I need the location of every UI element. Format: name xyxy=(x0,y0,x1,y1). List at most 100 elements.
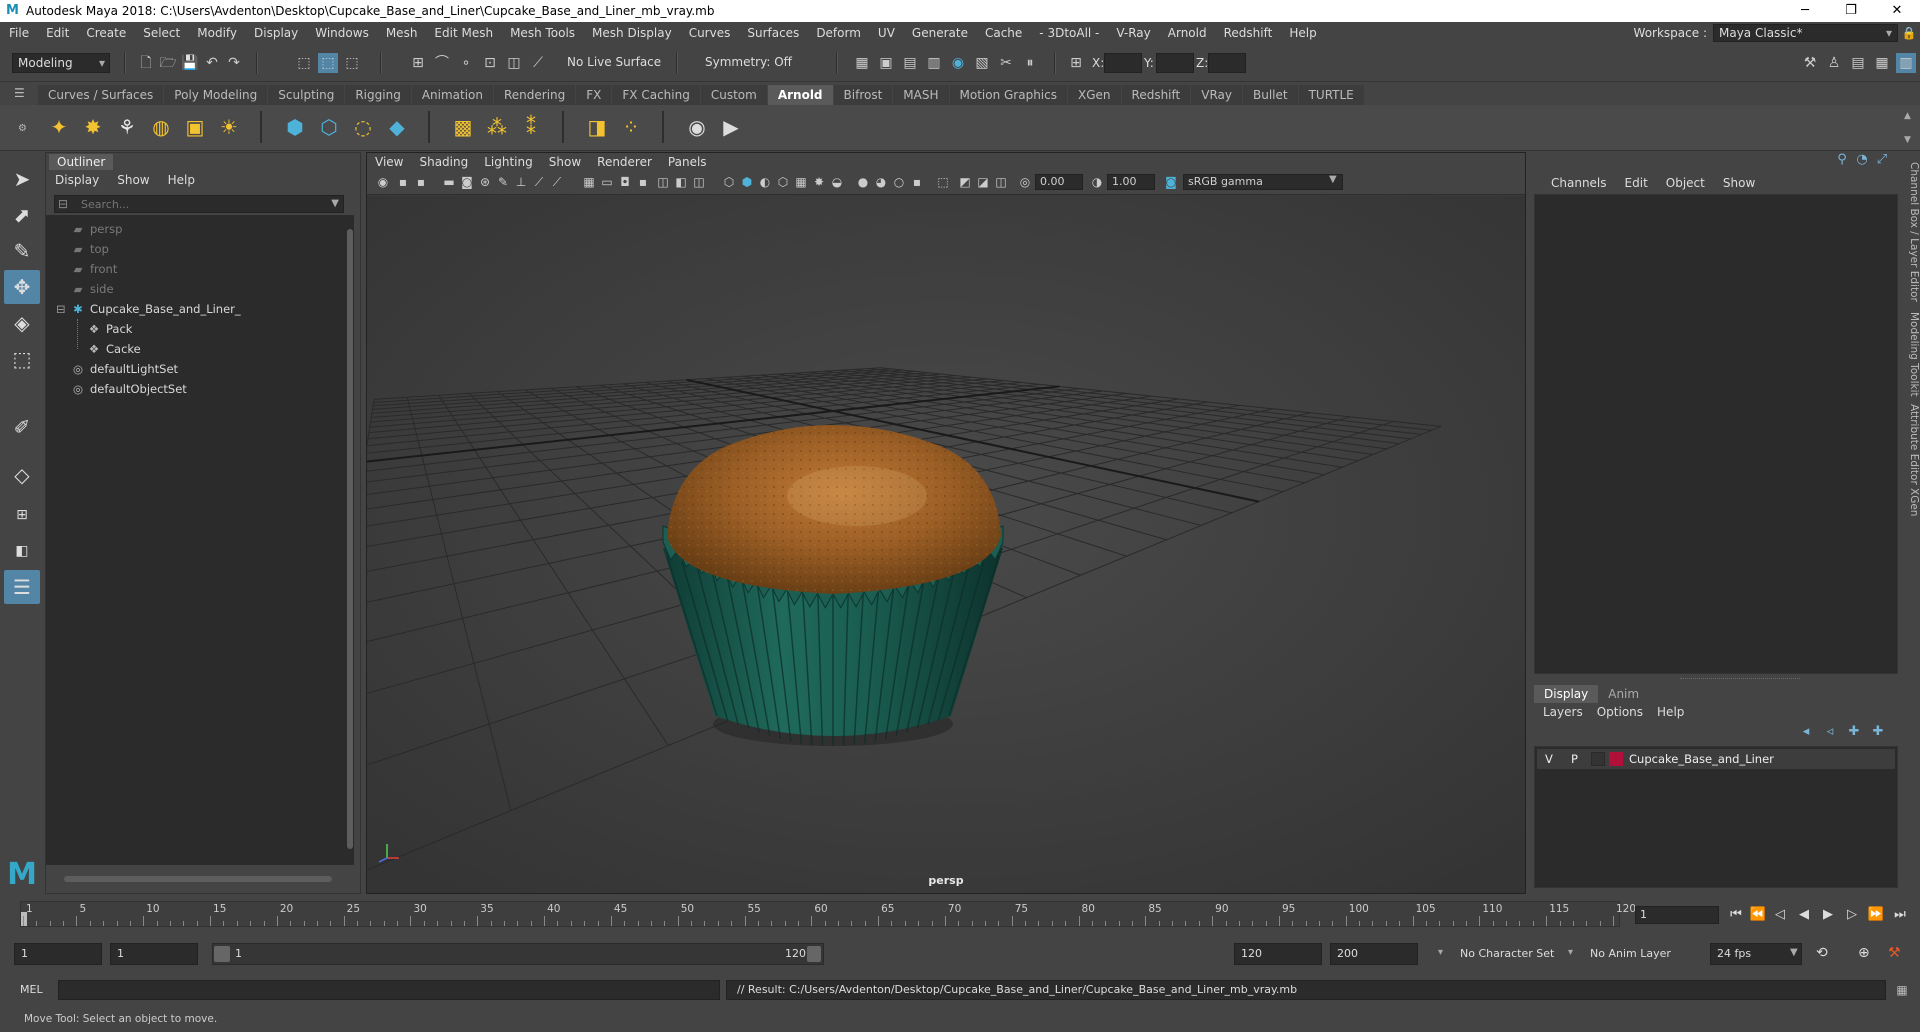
snap-view-icon[interactable]: ⊡ xyxy=(480,53,500,73)
new-layer-selected-icon[interactable]: ✚ xyxy=(1866,724,1890,739)
viewport-menu-item[interactable]: Lighting xyxy=(476,153,541,171)
script-language-toggle[interactable]: MEL xyxy=(20,980,43,1000)
layer-tab[interactable]: Display xyxy=(1534,685,1599,703)
minimize-button[interactable]: ─ xyxy=(1782,0,1828,22)
shelf-tab[interactable]: FX Caching xyxy=(612,85,700,105)
shelf-tab[interactable]: Bullet xyxy=(1242,85,1298,105)
xray-icon[interactable]: ◧ xyxy=(673,174,689,190)
layer-name[interactable]: Cupcake_Base_and_Liner xyxy=(1629,749,1774,769)
shelf-scroll-up-icon[interactable]: ▲ xyxy=(1904,111,1911,121)
outliner-item[interactable]: ⊟ ✱ Cupcake_Base_and_Liner_ xyxy=(56,299,241,319)
channel-menu-item[interactable]: Edit xyxy=(1616,174,1657,192)
layer-menu-item[interactable]: Help xyxy=(1650,703,1691,721)
script-editor-icon[interactable]: ▦ xyxy=(1892,980,1912,1000)
range-bar[interactable]: 1 120 xyxy=(212,943,824,965)
camera-attr-icon[interactable]: ▪ xyxy=(395,174,411,190)
menu-item[interactable]: Surfaces xyxy=(738,26,807,40)
outliner-item[interactable]: ◎ defaultLightSet xyxy=(70,359,178,379)
menu-item[interactable]: Redshift xyxy=(1215,26,1281,40)
layer-type-toggle[interactable] xyxy=(1591,752,1605,766)
cam-icon[interactable]: ◙ xyxy=(459,174,475,190)
default-material-icon[interactable]: ◐ xyxy=(757,174,773,190)
render-play-icon[interactable]: ▶ xyxy=(716,112,746,142)
shelf-tab[interactable]: Rigging xyxy=(345,85,411,105)
chevron-down-icon[interactable]: ▼ xyxy=(331,196,339,212)
image-plane-toggle-icon[interactable]: ◫ xyxy=(993,174,1009,190)
go-to-start-icon[interactable]: ⏮ xyxy=(1726,906,1746,924)
render-frame-icon[interactable]: ▣ xyxy=(876,53,896,73)
z-field[interactable] xyxy=(1208,53,1246,73)
shelf-tab[interactable]: Custom xyxy=(700,85,767,105)
layer-tab[interactable]: Anim xyxy=(1598,685,1649,703)
gamma-field[interactable]: 1.00 xyxy=(1107,174,1155,190)
range-end-handle[interactable] xyxy=(807,946,821,962)
shelf-tab[interactable]: FX xyxy=(576,85,612,105)
range-start-handle[interactable] xyxy=(214,946,230,962)
menu-item[interactable]: Arnold xyxy=(1159,26,1215,40)
tool-settings-icon[interactable]: ▦ xyxy=(1872,53,1892,73)
four-view-icon[interactable]: ⊞ xyxy=(4,498,40,532)
current-frame-field[interactable]: 1 xyxy=(1635,906,1719,924)
shelf-tab[interactable]: Animation xyxy=(411,85,493,105)
flush-all-icon[interactable]: ⁑ xyxy=(516,112,546,142)
outliner-item[interactable]: ❖ Cacke xyxy=(86,339,141,359)
menu-item[interactable]: - 3DtoAll - xyxy=(1030,26,1107,40)
render-view-eye-icon[interactable]: ◉ xyxy=(682,112,712,142)
layer-color-swatch[interactable] xyxy=(1609,752,1623,766)
outliner-menu-item[interactable]: Help xyxy=(159,171,204,189)
grid-icon[interactable]: ▦ xyxy=(581,174,597,190)
render-view-icon[interactable]: ▦ xyxy=(852,53,872,73)
menu-item[interactable]: File xyxy=(0,26,37,40)
two-view-icon[interactable]: ◧ xyxy=(4,534,40,568)
standin-icon[interactable]: ⬢ xyxy=(280,112,310,142)
exposure-field[interactable]: 0.00 xyxy=(1035,174,1083,190)
menu-item[interactable]: Create xyxy=(77,26,134,40)
search-filter-icon[interactable]: ⊟ xyxy=(58,196,68,212)
field-chart-icon[interactable]: ◘ xyxy=(617,174,633,190)
grid-toggle-icon[interactable]: ⊥ xyxy=(513,174,529,190)
layer-menu-item[interactable]: Options xyxy=(1590,703,1650,721)
shelf-tab[interactable]: Poly Modeling xyxy=(164,85,268,105)
menu-item[interactable]: Mesh Tools xyxy=(501,26,583,40)
color-management-icon[interactable]: ◙ xyxy=(1163,174,1179,190)
side-tab[interactable]: Channel Box / Layer Editor xyxy=(1904,162,1920,302)
outliner-menu-item[interactable]: Show xyxy=(108,171,158,189)
menu-item[interactable]: Cache xyxy=(976,26,1030,40)
menu-item[interactable]: Edit xyxy=(37,26,77,40)
play-backward-icon[interactable]: ◀ xyxy=(1794,906,1814,924)
side-tab[interactable]: XGen xyxy=(1904,488,1920,516)
physical-sky-icon[interactable]: ☀ xyxy=(214,112,244,142)
anti-alias-icon[interactable]: ◕ xyxy=(873,174,889,190)
outliner-item[interactable]: ▰ front xyxy=(70,259,118,279)
resolution-gate-icon[interactable]: ⟋ xyxy=(531,174,547,190)
new-scene-icon[interactable]: 🗋 xyxy=(136,53,156,73)
anim-layer-combo[interactable]: No Anim Layer xyxy=(1590,943,1671,965)
arnold-render-icon[interactable]: ▧ xyxy=(972,53,992,73)
menu-item[interactable]: Deform xyxy=(807,26,869,40)
film-gate-mask-icon[interactable]: ▭ xyxy=(599,174,615,190)
gamma-icon[interactable]: ◑ xyxy=(1089,174,1105,190)
scale-tool-icon[interactable]: ⬚ xyxy=(4,342,40,376)
flush-cache-icon[interactable]: ▩ xyxy=(448,112,478,142)
film-gate-icon[interactable]: ⟋ xyxy=(549,174,565,190)
pin-icon[interactable]: ⚲ xyxy=(1832,152,1852,170)
outliner-item[interactable]: ▰ side xyxy=(70,279,114,299)
menu-item[interactable]: Mesh xyxy=(377,26,426,40)
side-tab[interactable]: Attribute Editor xyxy=(1904,404,1920,485)
panel-divider[interactable] xyxy=(1680,678,1800,681)
shelf-tab[interactable]: VRay xyxy=(1191,85,1242,105)
image-plane-icon[interactable]: ▬ xyxy=(441,174,457,190)
channel-menu-item[interactable]: Channels xyxy=(1542,174,1616,192)
spot-light-icon[interactable]: ⚘ xyxy=(112,112,142,142)
wireframe-shaded-icon[interactable]: ⬡ xyxy=(721,174,737,190)
lock-icon[interactable]: 🔒 xyxy=(1898,26,1920,40)
chevron-down-icon[interactable]: ▼ xyxy=(1329,174,1337,185)
undo-icon[interactable]: ↶ xyxy=(202,53,222,73)
snap-point-icon[interactable]: ∘ xyxy=(456,53,476,73)
point-light-icon[interactable]: ✸ xyxy=(78,112,108,142)
curve-collector-icon[interactable]: ◆ xyxy=(382,112,412,142)
chevron-down-icon[interactable]: ▾ xyxy=(1568,947,1573,958)
move-layer-up-icon[interactable]: ◂ xyxy=(1794,724,1818,739)
attribute-editor-icon[interactable]: ▤ xyxy=(1848,53,1868,73)
lasso-tool-icon[interactable]: ⬈ xyxy=(4,198,40,232)
